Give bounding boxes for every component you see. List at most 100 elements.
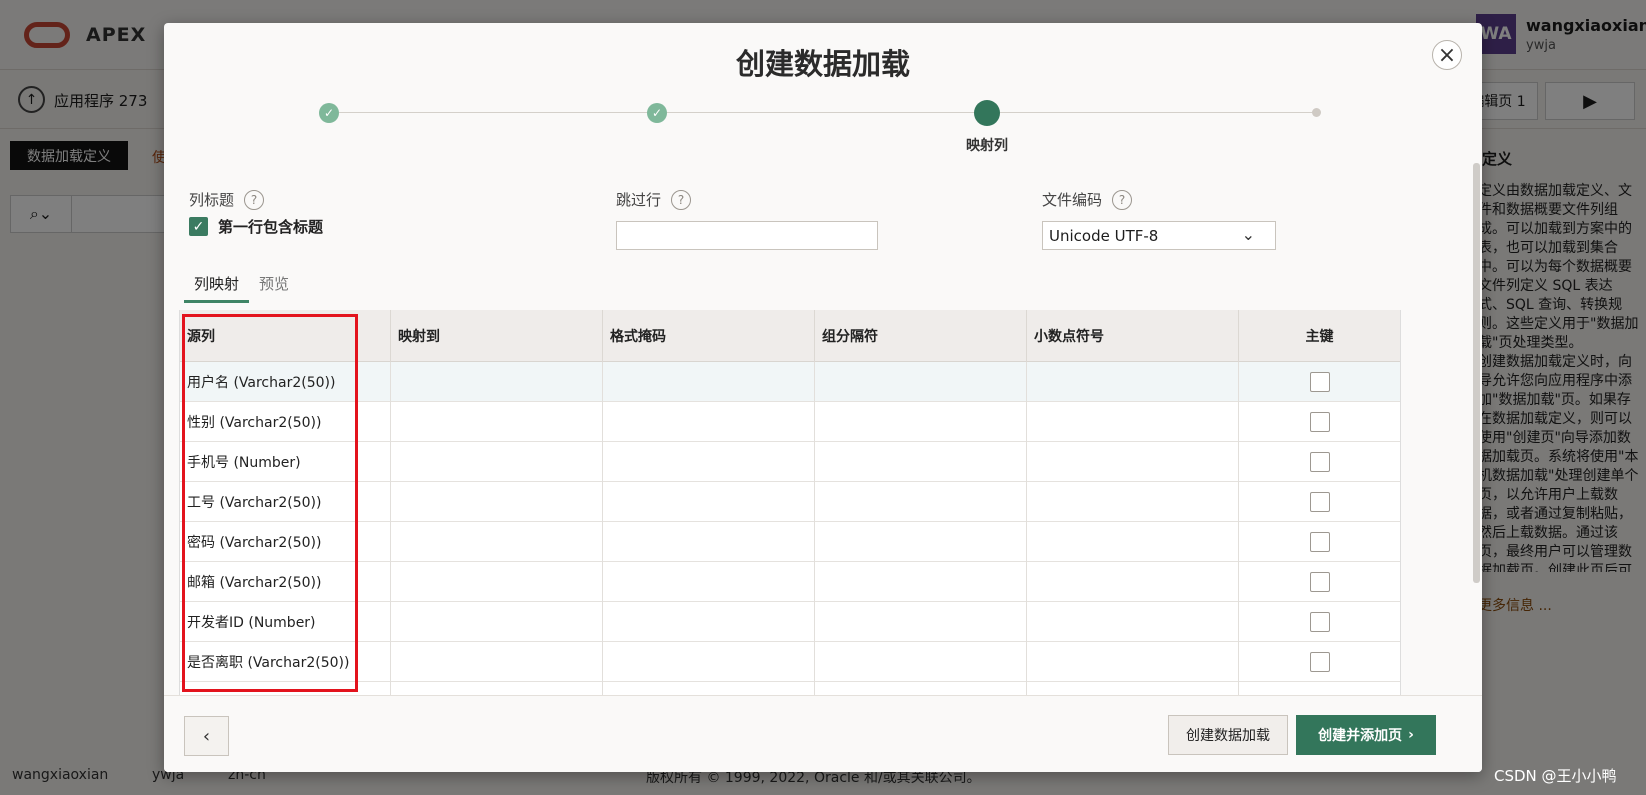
step-1-complete-icon: ✓ [319,103,339,123]
map-to-cell[interactable] [391,682,603,695]
source-column-cell[interactable]: 邮箱 (Varchar2(50)) [180,562,391,602]
source-column-cell[interactable]: 手机号 (Number) [180,442,391,482]
group-separator-cell[interactable] [815,442,1027,482]
tab-preview[interactable]: 预览 [249,273,299,303]
decimal-character-cell[interactable] [1027,482,1239,522]
group-separator-cell[interactable] [815,402,1027,442]
primary-key-checkbox[interactable] [1309,372,1330,392]
decimal-character-cell[interactable] [1027,522,1239,562]
primary-key-checkbox[interactable] [1309,492,1330,512]
previous-button[interactable]: ‹ [184,716,229,756]
group-separator-cell[interactable] [815,562,1027,602]
table-row: 密码 (Varchar2(50)) [180,522,1400,562]
format-mask-cell[interactable] [603,602,815,642]
grid-header-primary-key[interactable]: 主键 [1239,310,1400,362]
grid-header-format-mask[interactable]: 格式掩码 [603,310,815,362]
decimal-character-cell[interactable] [1027,682,1239,695]
close-icon: × [1437,42,1457,68]
map-to-cell[interactable] [391,642,603,682]
decimal-character-cell[interactable] [1027,642,1239,682]
primary-key-cell [1239,442,1400,482]
decimal-character-cell[interactable] [1027,362,1239,402]
first-row-header-checkbox[interactable]: ✓ 第一行包含标题 [189,216,323,237]
primary-key-checkbox[interactable] [1309,412,1330,432]
wizard-progress-line [330,112,1318,113]
group-separator-cell[interactable] [815,522,1027,562]
group-separator-cell[interactable] [815,362,1027,402]
decimal-character-cell[interactable] [1027,562,1239,602]
map-to-cell[interactable] [391,602,603,642]
format-mask-cell[interactable] [603,442,815,482]
tab-column-mapping[interactable]: 列映射 [184,273,250,303]
step-2-complete-icon: ✓ [647,103,667,123]
source-column-cell[interactable]: 用户名 (Varchar2(50)) [180,362,391,402]
format-mask-cell[interactable] [603,482,815,522]
help-icon[interactable]: ? [671,189,692,210]
primary-key-checkbox[interactable] [1309,532,1330,552]
dialog-title: 创建数据加载 [735,47,910,81]
column-header-field: 列标题 ? [189,189,265,210]
decimal-character-cell[interactable] [1027,442,1239,482]
dialog-scrollbar[interactable] [1473,163,1480,583]
decimal-character-cell[interactable] [1027,402,1239,442]
create-data-load-dialog: 创建数据加载 × ✓ ✓ 映射列 列标题 ? ✓ 第一行包含标题 跳过行 ? 文… [164,23,1482,772]
primary-key-cell [1239,562,1400,602]
map-to-cell[interactable] [391,402,603,442]
primary-key-checkbox[interactable] [1309,572,1330,592]
grid-header-map-to[interactable]: 映射到 [391,310,603,362]
group-separator-cell[interactable] [815,682,1027,695]
grid-header-decimal-character[interactable]: 小数点符号 [1027,310,1239,362]
dialog-footer: ‹ 创建数据加载 创建并添加页 › [164,695,1482,772]
format-mask-cell[interactable] [603,562,815,602]
table-row: 邮箱 (Varchar2(50)) [180,562,1400,602]
table-row: 是否离职 (Varchar2(50)) [180,642,1400,682]
grid-header-group-separator[interactable]: 组分隔符 [815,310,1027,362]
table-row: 手机号 (Number) [180,442,1400,482]
close-button[interactable]: × [1432,40,1462,70]
grid-header: 源列 映射到 格式掩码 组分隔符 小数点符号 主键 [180,310,1400,362]
map-to-cell[interactable] [391,362,603,402]
grid-header-source-column[interactable]: 源列 [180,310,391,362]
source-column-cell[interactable]: 是否离职 (Varchar2(50)) [180,642,391,682]
file-encoding-label: 文件编码 [1042,191,1103,209]
primary-key-cell [1239,642,1400,682]
table-row [180,682,1400,695]
source-column-cell[interactable]: 开发者ID (Number) [180,602,391,642]
source-column-cell[interactable]: 密码 (Varchar2(50)) [180,522,391,562]
map-to-cell[interactable] [391,522,603,562]
primary-key-checkbox[interactable] [1309,452,1330,472]
format-mask-cell[interactable] [603,682,815,695]
primary-key-cell [1239,402,1400,442]
current-step-label: 映射列 [966,138,1008,154]
table-row: 工号 (Varchar2(50)) [180,482,1400,522]
format-mask-cell[interactable] [603,522,815,562]
source-column-cell[interactable]: 工号 (Varchar2(50)) [180,482,391,522]
file-encoding-field: 文件编码 ? [1042,189,1133,210]
checkbox-checked-icon[interactable]: ✓ [189,217,208,236]
format-mask-cell[interactable] [603,402,815,442]
group-separator-cell[interactable] [815,602,1027,642]
create-and-add-page-button[interactable]: 创建并添加页 › [1296,715,1436,755]
format-mask-cell[interactable] [603,642,815,682]
source-column-cell[interactable]: 性别 (Varchar2(50)) [180,402,391,442]
source-column-cell[interactable] [180,682,391,695]
group-separator-cell[interactable] [815,642,1027,682]
primary-key-checkbox[interactable] [1309,612,1330,632]
primary-key-checkbox[interactable] [1309,652,1330,672]
group-separator-cell[interactable] [815,482,1027,522]
skip-rows-field: 跳过行 ? [616,189,692,210]
column-mapping-grid: 源列 映射到 格式掩码 组分隔符 小数点符号 主键 用户名 (Varchar2(… [179,310,1401,695]
format-mask-cell[interactable] [603,362,815,402]
create-data-load-button[interactable]: 创建数据加载 [1168,715,1288,755]
skip-rows-input[interactable] [616,221,878,250]
map-to-cell[interactable] [391,562,603,602]
column-header-label: 列标题 [189,191,235,209]
primary-key-cell [1239,482,1400,522]
decimal-character-cell[interactable] [1027,602,1239,642]
help-icon[interactable]: ? [244,189,265,210]
file-encoding-select[interactable]: Unicode UTF-8 ⌄ [1042,221,1276,250]
map-to-cell[interactable] [391,442,603,482]
map-to-cell[interactable] [391,482,603,522]
help-icon[interactable]: ? [1112,189,1133,210]
table-row: 用户名 (Varchar2(50)) [180,362,1400,402]
